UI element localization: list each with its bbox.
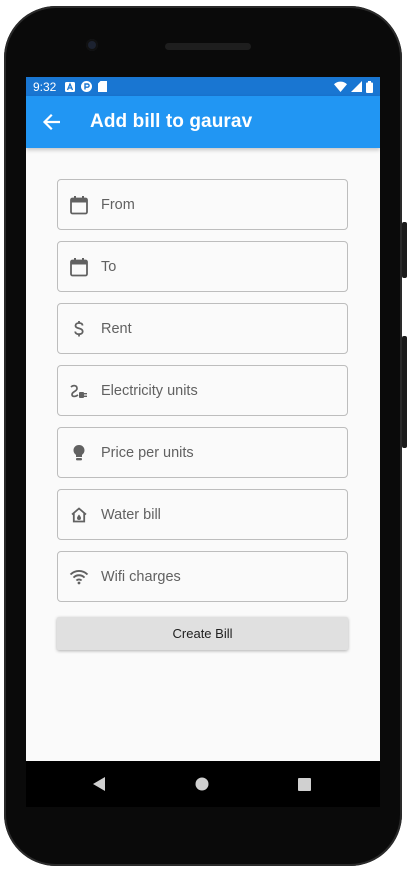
status-time: 9:32 [33, 79, 57, 94]
wifi-icon [334, 81, 347, 92]
earpiece-speaker [165, 43, 251, 50]
status-bar: 9:32 [26, 77, 380, 96]
system-nav-bar [26, 761, 380, 807]
water-bill-input[interactable] [101, 506, 321, 523]
rent-field[interactable] [57, 303, 348, 354]
power-button [402, 222, 407, 278]
lightbulb-icon [67, 441, 91, 465]
arrow-back-icon[interactable] [40, 111, 62, 133]
water-bill-field[interactable] [57, 489, 348, 540]
rent-input[interactable] [101, 320, 321, 337]
from-date-input[interactable] [101, 196, 321, 213]
back-triangle-icon[interactable] [90, 775, 108, 793]
add-bill-form: Create Bill [57, 179, 348, 650]
wifi-charges-input[interactable] [101, 568, 321, 585]
power-plug-icon [67, 379, 91, 403]
electricity-units-input[interactable] [101, 382, 321, 399]
wifi-icon [67, 565, 91, 589]
electricity-units-field[interactable] [57, 365, 348, 416]
sd-card-icon [98, 81, 108, 92]
signal-icon [351, 81, 362, 92]
volume-button [402, 336, 407, 448]
battery-icon [366, 80, 373, 93]
wifi-charges-field[interactable] [57, 551, 348, 602]
recents-square-icon[interactable] [295, 775, 313, 793]
create-bill-button[interactable]: Create Bill [57, 617, 348, 650]
app-bar: Add bill to gaurav [26, 96, 380, 148]
to-date-input[interactable] [101, 258, 321, 275]
a-notification-icon [65, 81, 76, 92]
calendar-icon [67, 255, 91, 279]
app-screen: 9:32 Add bill to gaurav From To Rent Ele… [26, 77, 380, 761]
app-notification-icon [81, 81, 93, 92]
price-per-units-field[interactable] [57, 427, 348, 478]
calendar-icon [67, 193, 91, 217]
to-date-field[interactable] [57, 241, 348, 292]
front-camera [86, 39, 98, 51]
from-date-field[interactable] [57, 179, 348, 230]
home-circle-icon[interactable] [193, 775, 211, 793]
house-icon [67, 503, 91, 527]
page-title: Add bill to gaurav [90, 111, 253, 132]
price-per-units-input[interactable] [101, 444, 321, 461]
dollar-icon [67, 317, 91, 341]
